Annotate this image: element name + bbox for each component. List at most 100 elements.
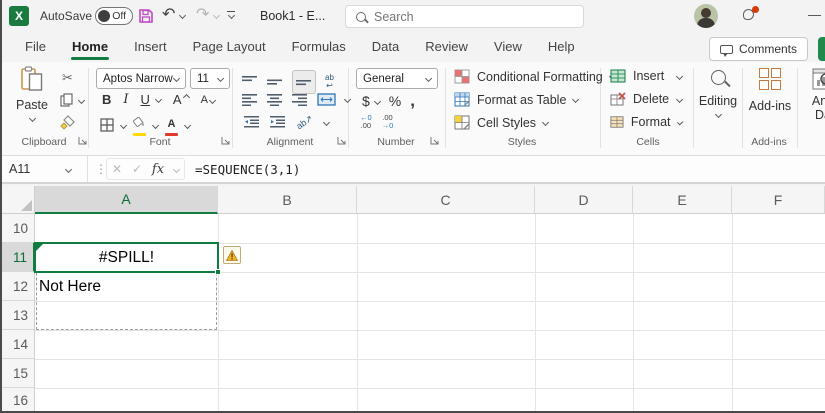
insert-function-icon[interactable]: fx (152, 162, 164, 177)
tab-review[interactable]: Review (412, 32, 481, 62)
fill-handle[interactable] (215, 269, 221, 275)
increase-decimal-button[interactable]: ←0.00 (360, 114, 372, 129)
bold-button[interactable]: B (102, 92, 111, 107)
decrease-decimal-button[interactable]: .00→0 (382, 114, 394, 129)
row-header-15[interactable]: 15 (0, 359, 35, 388)
autosave-toggle[interactable]: Off (95, 7, 133, 25)
customize-toolbar-icon[interactable] (227, 11, 235, 18)
row-header-14[interactable]: 14 (0, 330, 35, 359)
share-button[interactable] (818, 37, 825, 61)
tab-data[interactable]: Data (359, 32, 412, 62)
error-options-button[interactable] (223, 246, 241, 264)
middle-align-icon[interactable] (267, 76, 283, 88)
orientation-button[interactable]: ab↗ (294, 112, 315, 131)
undo-icon[interactable]: ↶ (162, 7, 175, 23)
avatar[interactable] (694, 4, 718, 28)
wrap-text-button[interactable]: ab↩ (325, 74, 334, 90)
name-box-chevron-icon[interactable] (65, 165, 72, 172)
borders-icon[interactable] (100, 118, 114, 132)
font-family-combo[interactable]: Aptos Narrow (96, 68, 186, 89)
row-header-11[interactable]: 11 (0, 243, 35, 272)
underline-button[interactable]: U (141, 92, 150, 107)
merge-center-icon[interactable] (317, 93, 336, 106)
align-left-icon[interactable] (242, 94, 258, 106)
minimize-icon[interactable]: — (808, 7, 821, 22)
format-cells-button[interactable]: Format (610, 115, 682, 129)
number-format-combo[interactable]: General (356, 68, 438, 89)
row-header-10[interactable]: 10 (0, 214, 35, 243)
format-painter-icon[interactable] (60, 115, 75, 130)
shrink-font-button[interactable]: A (201, 94, 215, 106)
font-color-button[interactable]: A (165, 114, 178, 136)
comma-button[interactable]: , (410, 91, 415, 111)
tab-file[interactable]: File (12, 32, 59, 62)
insert-cells-button[interactable]: Insert (610, 69, 682, 83)
font-size-combo[interactable]: 11 (190, 68, 230, 89)
tab-page-layout[interactable]: Page Layout (180, 32, 279, 62)
row-header-16[interactable]: 16 (0, 388, 35, 413)
tab-formulas[interactable]: Formulas (279, 32, 359, 62)
clipboard-dialog-launcher-icon[interactable] (78, 136, 87, 145)
borders-chevron-icon[interactable] (120, 121, 127, 128)
copy-chevron-icon[interactable] (78, 97, 85, 104)
editing-button[interactable]: Editing (697, 70, 739, 117)
fx-chevron-icon[interactable] (173, 165, 180, 172)
column-header-e[interactable]: E (633, 186, 732, 214)
row-header-13[interactable]: 13 (0, 301, 35, 330)
underline-chevron-icon[interactable] (155, 96, 162, 103)
grow-font-button[interactable]: A (173, 92, 189, 107)
fill-color-chevron-icon[interactable] (152, 121, 159, 128)
column-header-a[interactable]: A (35, 186, 218, 214)
cell-a11-selected[interactable]: #SPILL! (34, 242, 219, 273)
excel-logo-icon[interactable]: X (9, 6, 29, 26)
analyze-data-button[interactable]: Ana Da (803, 68, 825, 122)
font-color-chevron-icon[interactable] (184, 121, 191, 128)
increase-indent-icon[interactable] (270, 116, 286, 128)
tab-help[interactable]: Help (535, 32, 588, 62)
paste-button[interactable]: Paste (10, 66, 54, 121)
row-header-12[interactable]: 12 (0, 272, 35, 301)
cell-a12[interactable]: Not Here (39, 272, 217, 301)
currency-button[interactable]: $ (362, 93, 370, 109)
addins-button[interactable]: Add-ins (747, 68, 793, 113)
center-align-icon[interactable] (267, 94, 283, 106)
column-header-f[interactable]: F (732, 186, 825, 214)
delete-chevron-icon[interactable] (676, 95, 683, 102)
decrease-indent-icon[interactable] (244, 116, 260, 128)
save-icon[interactable] (138, 8, 154, 24)
delete-cells-button[interactable]: Delete (610, 92, 682, 106)
undo-chevron-icon[interactable] (179, 12, 186, 19)
top-align-icon[interactable] (242, 76, 258, 88)
conditional-formatting-button[interactable]: Conditional Formatting (454, 69, 615, 84)
cell-styles-button[interactable]: Cell Styles (454, 115, 548, 130)
tab-home[interactable]: Home (59, 32, 121, 62)
orientation-chevron-icon[interactable] (323, 118, 330, 125)
alignment-dialog-launcher-icon[interactable] (337, 136, 346, 145)
column-header-c[interactable]: C (357, 186, 535, 214)
percent-button[interactable]: % (389, 93, 401, 109)
currency-chevron-icon[interactable] (374, 97, 381, 104)
format-chevron-icon[interactable] (676, 119, 683, 126)
name-box[interactable]: A11 (0, 156, 88, 182)
merge-center-chevron-icon[interactable] (344, 96, 351, 103)
column-header-d[interactable]: D (535, 186, 633, 214)
select-all-corner[interactable] (0, 186, 35, 214)
font-dialog-launcher-icon[interactable] (221, 136, 230, 145)
column-header-b[interactable]: B (218, 186, 357, 214)
copy-icon[interactable] (60, 93, 74, 107)
search-box[interactable] (345, 5, 584, 28)
bottom-align-button[interactable] (292, 70, 316, 94)
cut-icon[interactable]: ✂ (62, 70, 73, 86)
format-as-table-button[interactable]: Format as Table (454, 92, 578, 107)
align-right-icon[interactable] (292, 94, 308, 106)
italic-button[interactable]: I (123, 92, 128, 107)
fill-color-button[interactable] (133, 114, 146, 136)
tab-insert[interactable]: Insert (121, 32, 180, 62)
comments-button[interactable]: Comments (709, 37, 808, 61)
number-dialog-launcher-icon[interactable] (430, 136, 439, 145)
insert-chevron-icon[interactable] (676, 72, 683, 79)
formula-input[interactable]: =SEQUENCE(3,1) (195, 162, 300, 177)
tab-view[interactable]: View (481, 32, 535, 62)
search-input[interactable] (374, 10, 554, 24)
lightbulb-icon[interactable] (741, 8, 759, 26)
